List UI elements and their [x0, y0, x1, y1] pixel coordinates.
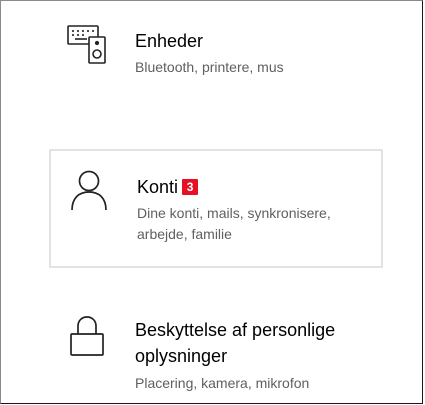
tile-title-row: Konti 3: [137, 175, 373, 199]
tile-title: Beskyttelse af personlige oplysninger: [135, 320, 336, 366]
tile-accounts-text: Konti 3 Dine konti, mails, synkronisere,…: [137, 175, 373, 245]
person-icon: [69, 169, 109, 211]
tile-accounts[interactable]: Konti 3 Dine konti, mails, synkronisere,…: [49, 149, 383, 268]
notification-badge: 3: [182, 179, 199, 195]
tile-title: Enheder: [135, 31, 204, 51]
tile-description: Placering, kamera, mikrofon: [135, 375, 310, 391]
lock-icon: [69, 315, 109, 356]
tile-description: Dine konti, mails, synkronisere, arbejde…: [137, 205, 331, 242]
tile-devices[interactable]: Enheder Bluetooth, printere, mus: [49, 1, 383, 111]
tile-description: Bluetooth, printere, mus: [135, 59, 284, 75]
tile-privacy-text: Beskyttelse af personlige oplysninger Pl…: [135, 317, 375, 394]
tile-title: Konti: [137, 177, 179, 197]
settings-window: Enheder Bluetooth, printere, mus Konti 3…: [0, 0, 423, 404]
keyboard-speaker-icon: [67, 25, 107, 65]
tile-privacy[interactable]: Beskyttelse af personlige oplysninger Pl…: [49, 297, 383, 405]
tile-devices-text: Enheder Bluetooth, printere, mus: [135, 29, 375, 78]
